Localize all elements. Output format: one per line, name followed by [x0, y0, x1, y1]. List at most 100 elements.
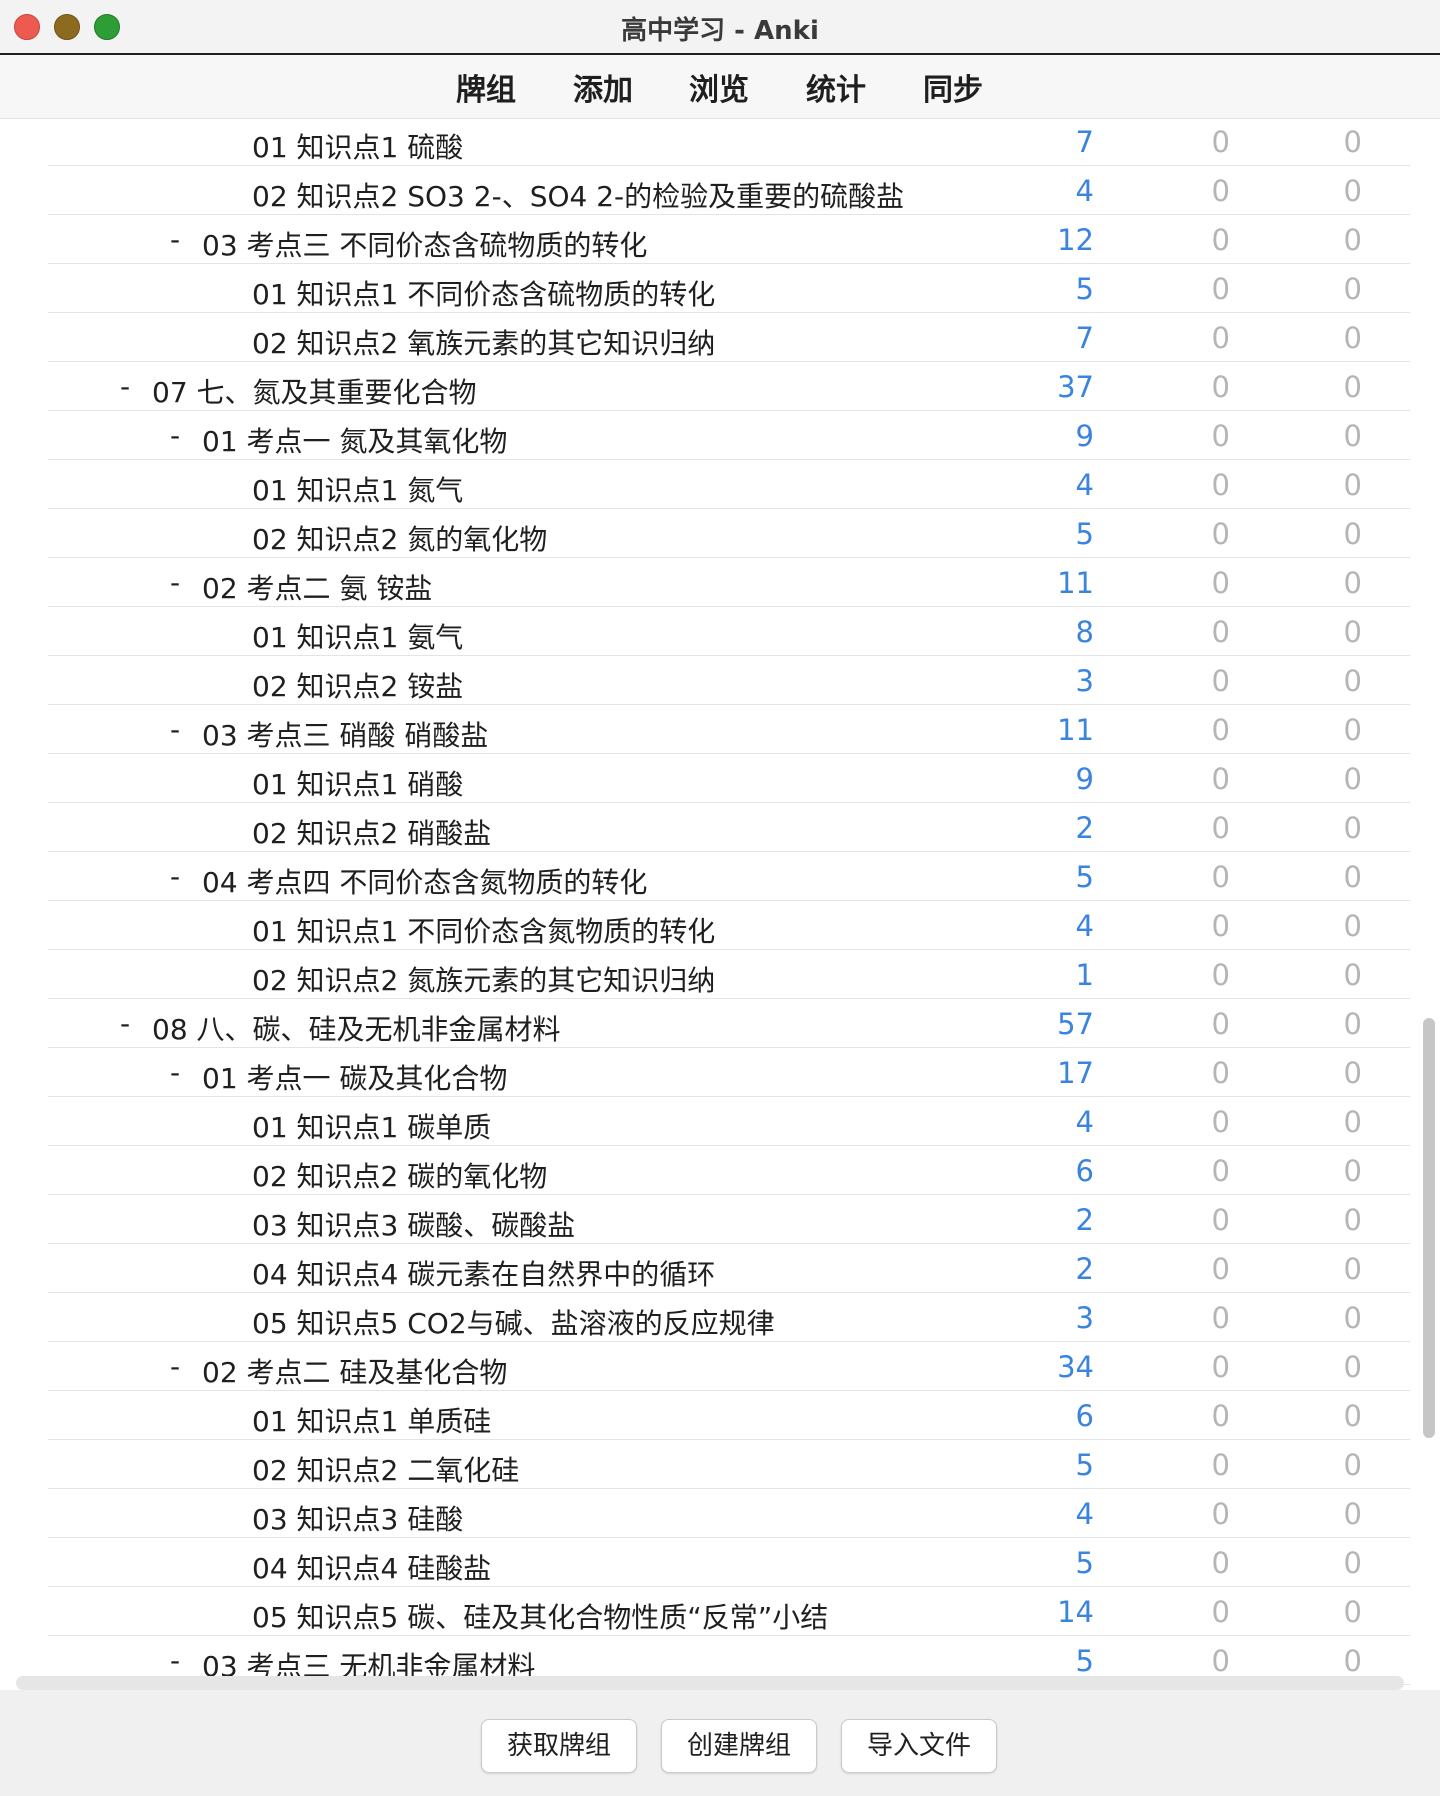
- deck-row[interactable]: 01 知识点1 碳单质 4 0 0: [48, 1097, 1410, 1146]
- learn-count: 0: [1211, 615, 1230, 649]
- deck-name[interactable]: 02 考点二 硅及基化合物: [202, 1351, 507, 1391]
- new-count: 9: [1075, 419, 1094, 453]
- vertical-scrollbar[interactable]: [1423, 1018, 1435, 1438]
- collapse-toggle[interactable]: -: [170, 566, 180, 599]
- collapse-toggle[interactable]: -: [170, 223, 180, 256]
- deck-row[interactable]: 02 知识点2 SO3 2-、SO4 2-的检验及重要的硫酸盐 4 0 0: [48, 166, 1410, 215]
- deck-name[interactable]: 01 考点一 碳及其化合物: [202, 1057, 507, 1097]
- collapse-toggle[interactable]: -: [120, 1007, 130, 1040]
- new-count: 2: [1075, 811, 1094, 845]
- deck-row[interactable]: -02 考点二 氨 铵盐 11 0 0: [48, 558, 1410, 607]
- due-count: 0: [1343, 762, 1362, 796]
- toolbar-decks[interactable]: 牌组: [456, 65, 516, 109]
- deck-row[interactable]: 01 知识点1 不同价态含氮物质的转化 4 0 0: [48, 901, 1410, 950]
- collapse-toggle[interactable]: -: [170, 713, 180, 746]
- deck-name[interactable]: 02 考点二 氨 铵盐: [202, 567, 432, 607]
- learn-count: 0: [1211, 1350, 1230, 1384]
- collapse-toggle[interactable]: -: [170, 1056, 180, 1089]
- deck-name[interactable]: 04 知识点4 碳元素在自然界中的循环: [252, 1253, 715, 1293]
- collapse-toggle[interactable]: -: [170, 1350, 180, 1383]
- deck-name[interactable]: 02 知识点2 二氧化硅: [252, 1449, 519, 1489]
- deck-name[interactable]: 01 知识点1 碳单质: [252, 1106, 491, 1146]
- deck-name[interactable]: 01 考点一 氮及其氧化物: [202, 420, 507, 460]
- deck-name[interactable]: 05 知识点5 CO2与碱、盐溶液的反应规律: [252, 1302, 775, 1342]
- deck-row[interactable]: 02 知识点2 氮的氧化物 5 0 0: [48, 509, 1410, 558]
- deck-name[interactable]: 01 知识点1 硫酸: [252, 126, 463, 166]
- deck-name[interactable]: 03 考点三 不同价态含硫物质的转化: [202, 224, 647, 264]
- learn-count: 0: [1211, 419, 1230, 453]
- due-count: 0: [1343, 223, 1362, 257]
- deck-name[interactable]: 01 知识点1 不同价态含硫物质的转化: [252, 273, 715, 313]
- deck-row[interactable]: -04 考点四 不同价态含氮物质的转化 5 0 0: [48, 852, 1410, 901]
- deck-row[interactable]: 01 知识点1 氮气 4 0 0: [48, 460, 1410, 509]
- collapse-toggle[interactable]: -: [170, 419, 180, 452]
- deck-row[interactable]: -07 七、氮及其重要化合物 37 0 0: [48, 362, 1410, 411]
- learn-count: 0: [1211, 1203, 1230, 1237]
- horizontal-scrollbar[interactable]: [16, 1676, 1404, 1690]
- deck-row[interactable]: -01 考点一 氮及其氧化物 9 0 0: [48, 411, 1410, 460]
- deck-row[interactable]: 01 知识点1 硫酸 7 0 0: [48, 119, 1410, 166]
- deck-row[interactable]: 01 知识点1 氨气 8 0 0: [48, 607, 1410, 656]
- deck-name[interactable]: 04 考点四 不同价态含氮物质的转化: [202, 861, 647, 901]
- deck-name[interactable]: 03 考点三 硝酸 硝酸盐: [202, 714, 488, 754]
- deck-row[interactable]: -03 考点三 不同价态含硫物质的转化 12 0 0: [48, 215, 1410, 264]
- toolbar-sync[interactable]: 同步: [923, 65, 983, 109]
- deck-row[interactable]: 02 知识点2 氧族元素的其它知识归纳 7 0 0: [48, 313, 1410, 362]
- due-count: 0: [1343, 321, 1362, 355]
- import-file-button[interactable]: 导入文件: [841, 1719, 997, 1773]
- deck-row[interactable]: -08 八、碳、硅及无机非金属材料 57 0 0: [48, 999, 1410, 1048]
- deck-name[interactable]: 02 知识点2 氧族元素的其它知识归纳: [252, 322, 715, 362]
- deck-name[interactable]: 01 知识点1 硝酸: [252, 763, 463, 803]
- learn-count: 0: [1211, 1252, 1230, 1286]
- collapse-toggle[interactable]: -: [120, 370, 130, 403]
- deck-row[interactable]: 04 知识点4 硅酸盐 5 0 0: [48, 1538, 1410, 1587]
- deck-name[interactable]: 01 知识点1 氨气: [252, 616, 463, 656]
- toolbar-add[interactable]: 添加: [573, 65, 633, 109]
- deck-name[interactable]: 02 知识点2 氮的氧化物: [252, 518, 547, 558]
- deck-name[interactable]: 03 知识点3 硅酸: [252, 1498, 463, 1538]
- due-count: 0: [1343, 713, 1362, 747]
- deck-row[interactable]: 03 知识点3 碳酸、碳酸盐 2 0 0: [48, 1195, 1410, 1244]
- deck-name[interactable]: 05 知识点5 碳、硅及其化合物性质“反常”小结: [252, 1596, 828, 1636]
- deck-name[interactable]: 03 知识点3 碳酸、碳酸盐: [252, 1204, 575, 1244]
- collapse-toggle[interactable]: -: [170, 1644, 180, 1677]
- deck-name[interactable]: 08 八、碳、硅及无机非金属材料: [152, 1008, 561, 1048]
- due-count: 0: [1343, 1546, 1362, 1580]
- new-count: 2: [1075, 1203, 1094, 1237]
- learn-count: 0: [1211, 1056, 1230, 1090]
- deck-row[interactable]: 02 知识点2 氮族元素的其它知识归纳 1 0 0: [48, 950, 1410, 999]
- deck-name[interactable]: 01 知识点1 不同价态含氮物质的转化: [252, 910, 715, 950]
- deck-name[interactable]: 01 知识点1 单质硅: [252, 1400, 491, 1440]
- deck-row[interactable]: 01 知识点1 硝酸 9 0 0: [48, 754, 1410, 803]
- deck-row[interactable]: 01 知识点1 不同价态含硫物质的转化 5 0 0: [48, 264, 1410, 313]
- deck-name[interactable]: 04 知识点4 硅酸盐: [252, 1547, 491, 1587]
- deck-name[interactable]: 02 知识点2 硝酸盐: [252, 812, 491, 852]
- anki-window: 高中学习 - Anki 牌组 添加 浏览 统计 同步 01 知识点1 硫酸 7 0 0…: [0, 0, 1440, 1796]
- deck-name[interactable]: 07 七、氮及其重要化合物: [152, 371, 477, 411]
- deck-row[interactable]: 02 知识点2 碳的氧化物 6 0 0: [48, 1146, 1410, 1195]
- toolbar-stats[interactable]: 统计: [806, 65, 866, 109]
- deck-row[interactable]: 04 知识点4 碳元素在自然界中的循环 2 0 0: [48, 1244, 1410, 1293]
- deck-name[interactable]: 02 知识点2 SO3 2-、SO4 2-的检验及重要的硫酸盐: [252, 175, 904, 215]
- deck-row[interactable]: 02 知识点2 二氧化硅 5 0 0: [48, 1440, 1410, 1489]
- deck-name[interactable]: 02 知识点2 铵盐: [252, 665, 463, 705]
- collapse-toggle[interactable]: -: [170, 860, 180, 893]
- create-deck-button[interactable]: 创建牌组: [661, 1719, 817, 1773]
- deck-name[interactable]: 01 知识点1 氮气: [252, 469, 463, 509]
- deck-name[interactable]: 02 知识点2 碳的氧化物: [252, 1155, 547, 1195]
- deck-row[interactable]: 03 知识点3 硅酸 4 0 0: [48, 1489, 1410, 1538]
- deck-row[interactable]: -03 考点三 硝酸 硝酸盐 11 0 0: [48, 705, 1410, 754]
- deck-row[interactable]: 05 知识点5 CO2与碱、盐溶液的反应规律 3 0 0: [48, 1293, 1410, 1342]
- due-count: 0: [1343, 1252, 1362, 1286]
- deck-row[interactable]: -02 考点二 硅及基化合物 34 0 0: [48, 1342, 1410, 1391]
- toolbar-browse[interactable]: 浏览: [689, 65, 749, 109]
- get-shared-button[interactable]: 获取牌组: [481, 1719, 637, 1773]
- deck-row[interactable]: 05 知识点5 碳、硅及其化合物性质“反常”小结 14 0 0: [48, 1587, 1410, 1636]
- deck-name[interactable]: 02 知识点2 氮族元素的其它知识归纳: [252, 959, 715, 999]
- deck-row[interactable]: 01 知识点1 单质硅 6 0 0: [48, 1391, 1410, 1440]
- due-count: 0: [1343, 566, 1362, 600]
- deck-row[interactable]: 02 知识点2 硝酸盐 2 0 0: [48, 803, 1410, 852]
- due-count: 0: [1343, 1448, 1362, 1482]
- deck-row[interactable]: 02 知识点2 铵盐 3 0 0: [48, 656, 1410, 705]
- deck-row[interactable]: -01 考点一 碳及其化合物 17 0 0: [48, 1048, 1410, 1097]
